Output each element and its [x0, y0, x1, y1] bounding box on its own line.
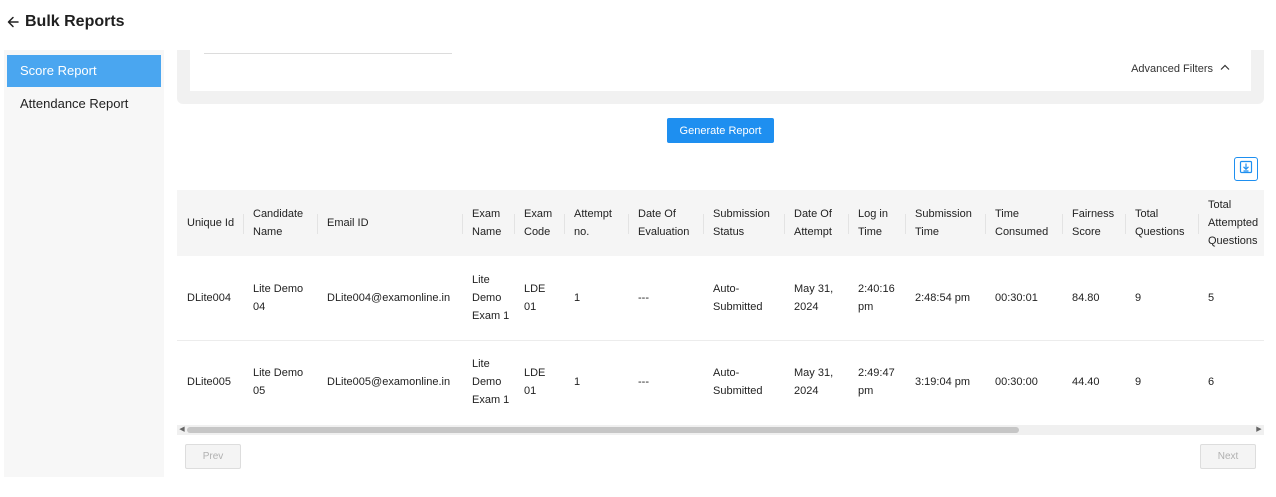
- cell-total-questions: 9: [1125, 256, 1198, 341]
- cell-attempt-no: 1: [564, 256, 628, 341]
- sidebar: Score Report Attendance Report: [4, 50, 164, 477]
- cell-log-in-time: 2:49:47 pm: [858, 367, 895, 398]
- cell-email-id: DLite004@examonline.in: [317, 256, 462, 341]
- prev-page-button[interactable]: Prev: [185, 444, 241, 469]
- column-header-email-id: Email ID: [317, 190, 462, 256]
- filter-panel: Advanced Filters: [177, 50, 1264, 104]
- cell-candidate-name: Lite Demo 05: [253, 367, 304, 398]
- score-report-table: Unique Id Candidate Name Email ID Exam Name…: [177, 190, 1264, 426]
- cell-submission-time: 3:19:04 pm: [915, 376, 971, 389]
- cell-date-of-evaluation: ---: [628, 256, 703, 341]
- column-header-total-attempted-questions: Total Attempted Questions: [1198, 190, 1264, 256]
- cell-attempt-no: 1: [574, 376, 581, 389]
- cell-exam-code: LDE 01: [514, 256, 564, 341]
- cell-fairness-score: 84.80: [1062, 256, 1125, 341]
- table-body: DLite004 Lite Demo 04 DLite004@examonline.…: [177, 256, 1264, 424]
- cell-unique-id: DLite004: [177, 256, 243, 341]
- cell-submission-status: Auto-Submitted: [703, 256, 784, 341]
- cell-total-attempted-questions: 5: [1198, 256, 1264, 341]
- column-header-date-of-attempt: Date Of Attempt: [784, 190, 848, 256]
- download-button[interactable]: [1234, 157, 1258, 181]
- next-page-button[interactable]: Next: [1200, 444, 1256, 469]
- column-header-submission-time: Submission Time: [905, 190, 985, 256]
- column-header-log-in-time: Log in Time: [848, 190, 905, 256]
- page-header: Bulk Reports: [0, 0, 1276, 44]
- cell-log-in-time: 2:40:16 pm: [848, 256, 905, 341]
- column-header-total-questions: Total Questions: [1125, 190, 1198, 256]
- scrollbar-thumb[interactable]: [187, 427, 1019, 433]
- column-header-date-of-evaluation: Date Of Evaluation: [628, 190, 703, 256]
- cell-date-of-attempt: May 31, 2024: [784, 256, 848, 341]
- back-arrow-icon[interactable]: [4, 13, 22, 31]
- table-row: DLite004 Lite Demo 04 DLite004@examonline.…: [177, 256, 1264, 341]
- cell-total-attempted-questions: 6: [1208, 376, 1215, 389]
- horizontal-scrollbar[interactable]: ◀ ▶: [177, 425, 1264, 435]
- page-title: Bulk Reports: [25, 13, 125, 30]
- cell-submission-status: Auto-Submitted: [713, 367, 763, 398]
- scroll-left-arrow-icon[interactable]: ◀: [177, 425, 187, 435]
- cell-exam-code: LDE 01: [524, 367, 546, 398]
- column-header-attempt-no: Attempt no.: [564, 190, 628, 256]
- chevron-up-icon: [1219, 62, 1231, 75]
- cell-date-of-evaluation: ---: [638, 376, 649, 389]
- cell-candidate-name: Lite Demo 04: [243, 256, 317, 341]
- table-row: DLite005 Lite Demo 05 DLite005@examonline.…: [177, 340, 1264, 424]
- cell-email-id: DLite005@examonline.in: [327, 376, 451, 389]
- cell-submission-time: 2:48:54 pm: [905, 256, 985, 341]
- column-header-candidate-name: Candidate Name: [243, 190, 317, 256]
- cell-exam-name: Lite Demo Exam 1: [462, 256, 514, 341]
- filter-input-underline: [204, 53, 452, 54]
- column-header-time-consumed: Time Consumed: [985, 190, 1062, 256]
- cell-total-questions: 9: [1135, 376, 1142, 389]
- column-header-fairness-score: Fairness Score: [1062, 190, 1125, 256]
- advanced-filters-label: Advanced Filters: [1131, 62, 1213, 75]
- download-icon: [1239, 160, 1253, 179]
- advanced-filters-toggle[interactable]: Advanced Filters: [1131, 62, 1231, 75]
- table-header-row: Unique Id Candidate Name Email ID Exam Name…: [177, 190, 1264, 256]
- sidebar-item-attendance-report[interactable]: Attendance Report: [7, 88, 161, 120]
- cell-time-consumed: 00:30:00: [995, 376, 1038, 389]
- column-header-unique-id: Unique Id: [177, 190, 243, 256]
- sidebar-item-score-report[interactable]: Score Report: [7, 55, 161, 87]
- column-header-submission-status: Submission Status: [703, 190, 784, 256]
- cell-time-consumed: 00:30:01: [985, 256, 1062, 341]
- scroll-right-arrow-icon[interactable]: ▶: [1254, 425, 1264, 435]
- column-header-exam-code: Exam Code: [514, 190, 564, 256]
- cell-fairness-score: 44.40: [1072, 376, 1100, 389]
- column-header-exam-name: Exam Name: [462, 190, 514, 256]
- cell-unique-id: DLite005: [187, 376, 232, 389]
- filter-panel-body: Advanced Filters: [190, 50, 1251, 91]
- cell-exam-name: Lite Demo Exam 1: [472, 358, 510, 407]
- generate-report-button[interactable]: Generate Report: [667, 118, 774, 143]
- cell-date-of-attempt: May 31, 2024: [794, 367, 834, 398]
